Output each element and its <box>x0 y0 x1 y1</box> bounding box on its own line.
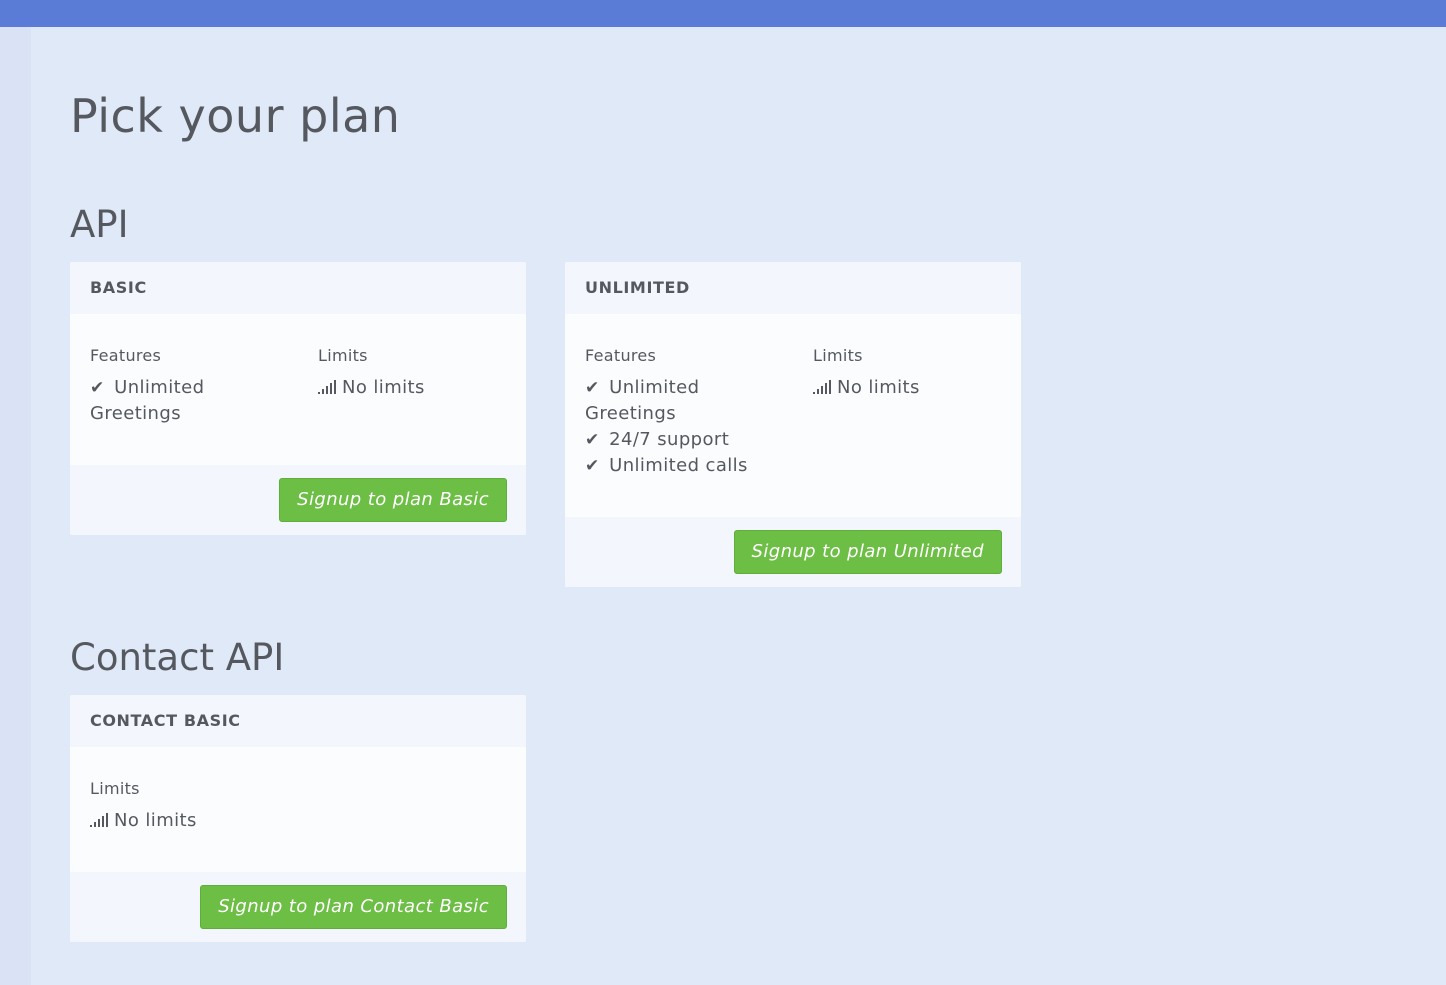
features-column: Features ✔ Unlimited Greetings <box>90 346 290 427</box>
features-column: Features ✔ Unlimited Greetings ✔ 24/7 su… <box>585 346 785 479</box>
limits-title: Limits <box>813 346 863 365</box>
feature-item: ✔ 24/7 support <box>585 427 785 453</box>
limits-title: Limits <box>90 779 140 798</box>
check-icon: ✔ <box>585 456 600 476</box>
check-icon: ✔ <box>90 378 105 398</box>
check-icon: ✔ <box>585 378 600 398</box>
limit-label: No limits <box>342 377 425 398</box>
section-title-api: API <box>70 203 129 246</box>
feature-label: 24/7 support <box>609 429 730 450</box>
check-icon: ✔ <box>585 430 600 450</box>
signup-basic-button[interactable]: Signup to plan Basic <box>279 478 507 522</box>
plan-card-contact-basic: CONTACT BASIC Limits No limits Signup to… <box>70 695 526 942</box>
limits-title: Limits <box>318 346 368 365</box>
features-title: Features <box>585 346 657 365</box>
card-footer: Signup to plan Contact Basic <box>70 872 526 942</box>
limits-column: Limits No limits <box>90 779 390 834</box>
limit-item: No limits <box>813 375 1003 401</box>
side-strip <box>0 27 31 985</box>
signal-bars-icon <box>813 380 831 394</box>
plan-name: BASIC <box>70 262 526 314</box>
signup-contact-basic-button[interactable]: Signup to plan Contact Basic <box>200 885 507 929</box>
card-footer: Signup to plan Basic <box>70 465 526 535</box>
feature-item: ✔ Unlimited calls <box>585 453 785 479</box>
feature-label: Unlimited calls <box>609 455 748 476</box>
feature-label: Unlimited Greetings <box>90 377 205 424</box>
signal-bars-icon <box>90 813 108 827</box>
plan-name: CONTACT BASIC <box>70 695 526 747</box>
signup-unlimited-button[interactable]: Signup to plan Unlimited <box>733 530 1002 574</box>
top-bar <box>0 0 1446 27</box>
limit-label: No limits <box>114 810 197 831</box>
limit-label: No limits <box>837 377 920 398</box>
limit-item: No limits <box>318 375 508 401</box>
feature-item: ✔ Unlimited Greetings <box>90 375 280 427</box>
limits-column: Limits No limits <box>813 346 1003 401</box>
card-footer: Signup to plan Unlimited <box>565 517 1021 587</box>
features-title: Features <box>90 346 162 365</box>
feature-item: ✔ Unlimited Greetings <box>585 375 775 427</box>
plan-card-basic: BASIC Features ✔ Unlimited Greetings Lim… <box>70 262 526 535</box>
signal-bars-icon <box>318 380 336 394</box>
feature-label: Unlimited Greetings <box>585 377 700 424</box>
limits-column: Limits No limits <box>318 346 508 401</box>
plan-name: UNLIMITED <box>565 262 1021 314</box>
section-title-contact-api: Contact API <box>70 636 285 679</box>
page-title: Pick your plan <box>70 89 401 143</box>
limit-item: No limits <box>90 808 390 834</box>
plan-card-unlimited: UNLIMITED Features ✔ Unlimited Greetings… <box>565 262 1021 587</box>
